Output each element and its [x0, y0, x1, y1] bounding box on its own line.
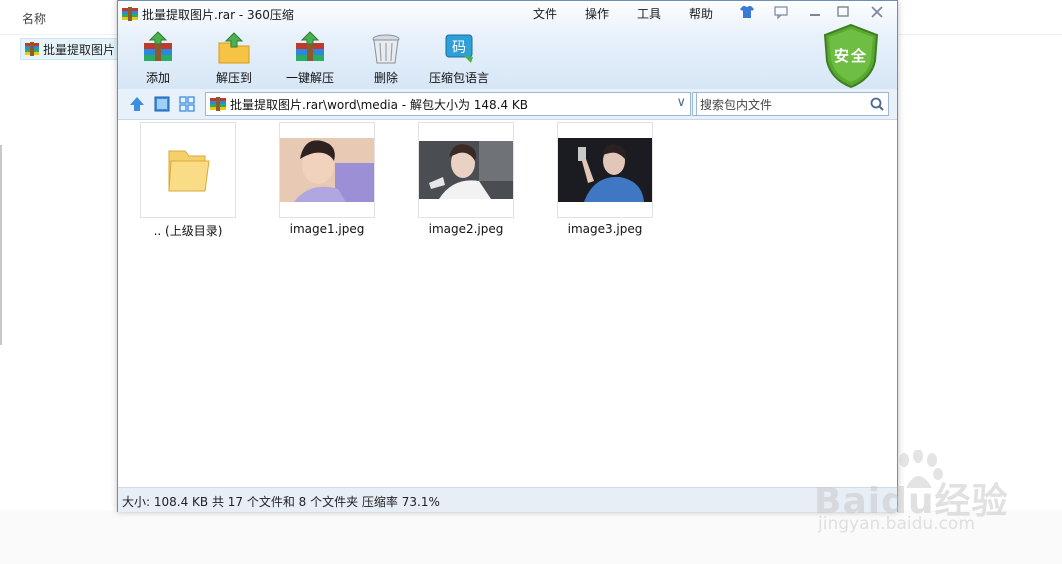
menu-operations[interactable]: 操作: [585, 5, 609, 22]
rar-archive-icon: [210, 97, 226, 111]
archive-language-button[interactable]: 码 压缩包语言: [429, 31, 489, 87]
list-item-image1[interactable]: image1.jpeg: [279, 122, 375, 242]
explorer-scroll-edge: [0, 145, 2, 345]
up-arrow-icon[interactable]: [128, 95, 146, 113]
search-icon[interactable]: [869, 96, 885, 112]
one-click-extract-label: 一键解压: [285, 71, 334, 85]
one-click-extract-button[interactable]: 一键解压: [280, 31, 340, 87]
explorer-file-item[interactable]: 批量提取图片: [20, 38, 122, 60]
window-title: 批量提取图片.rar - 360压缩: [142, 8, 294, 22]
folder-icon: [168, 150, 210, 192]
address-bar: 批量提取图片.rar\word\media - 解包大小为 148.4 KB ∨…: [118, 89, 897, 120]
image2-thumbnail: [418, 122, 514, 218]
security-badge[interactable]: 安全: [821, 23, 881, 89]
path-text: 批量提取图片.rar\word\media - 解包大小为 148.4 KB: [230, 98, 529, 112]
language-icon-text: 码: [452, 40, 466, 56]
add-button[interactable]: 添加: [128, 31, 188, 87]
delete-label: 删除: [373, 71, 398, 85]
list-view-icon[interactable]: [178, 95, 196, 113]
watermark-url: jingyan.baidu.com: [818, 514, 975, 534]
title-bar: 批量提取图片.rar - 360压缩 文件 操作 工具 帮助 添加 解压到 一键…: [118, 1, 897, 89]
app-icon: [122, 7, 138, 21]
parent-folder-label: .. (上级目录): [153, 224, 223, 238]
name-column-header[interactable]: 名称: [22, 10, 46, 27]
delete-icon: [372, 34, 400, 64]
extract-to-label: 解压到: [215, 71, 252, 85]
photo-thumbnail-icon: [558, 138, 652, 202]
photo-thumbnail-icon: [419, 141, 513, 199]
feedback-icon[interactable]: [772, 4, 790, 20]
extract-to-icon: [218, 32, 250, 64]
file-list: .. (上级目录) image1.jpeg image2.jpeg image3…: [118, 120, 897, 486]
search-placeholder: 搜索包内文件: [700, 98, 773, 112]
maximize-icon[interactable]: [834, 4, 852, 20]
search-input[interactable]: 搜索包内文件: [696, 92, 889, 116]
status-bar: 大小: 108.4 KB 共 17 个文件和 8 个文件夹 压缩率 73.1%: [118, 487, 897, 512]
menu-file[interactable]: 文件: [533, 5, 557, 22]
status-text: 大小: 108.4 KB 共 17 个文件和 8 个文件夹 压缩率 73.1%: [122, 495, 440, 509]
archive-language-label: 压缩包语言: [428, 71, 489, 85]
list-item-image2[interactable]: image2.jpeg: [418, 122, 514, 242]
archive-language-icon: 码: [445, 34, 473, 63]
path-field[interactable]: 批量提取图片.rar\word\media - 解包大小为 148.4 KB ∨: [205, 92, 691, 116]
menu-tools[interactable]: 工具: [637, 5, 661, 22]
list-item-parent-folder[interactable]: .. (上级目录): [140, 122, 236, 242]
add-label: 添加: [145, 71, 170, 85]
add-archive-icon: [144, 31, 172, 61]
explorer-file-label: 批量提取图片: [43, 43, 116, 57]
list-item-image3[interactable]: image3.jpeg: [557, 122, 653, 242]
image2-label: image2.jpeg: [428, 222, 504, 236]
path-history-icon[interactable]: ∨: [676, 95, 686, 110]
folder-thumbnail: [140, 122, 236, 218]
photo-thumbnail-icon: [280, 138, 374, 202]
close-icon[interactable]: [868, 4, 886, 20]
image3-thumbnail: [557, 122, 653, 218]
archive-window: 批量提取图片.rar - 360压缩 文件 操作 工具 帮助 添加 解压到 一键…: [117, 0, 898, 512]
large-icon-view-icon[interactable]: [153, 95, 171, 113]
one-click-extract-icon: [296, 31, 324, 61]
minimize-icon[interactable]: [806, 4, 824, 20]
rar-archive-icon: [25, 42, 39, 56]
security-badge-text: 安全: [833, 47, 868, 65]
menu-help[interactable]: 帮助: [689, 5, 713, 22]
extract-to-button[interactable]: 解压到: [204, 31, 264, 87]
image1-thumbnail: [279, 122, 375, 218]
baidu-watermark: Baidu经验 jingyan.baidu.com: [814, 450, 1054, 542]
image3-label: image3.jpeg: [567, 222, 643, 236]
skin-shirt-icon[interactable]: [738, 4, 756, 20]
delete-button[interactable]: 删除: [356, 31, 416, 87]
image1-label: image1.jpeg: [289, 222, 365, 236]
